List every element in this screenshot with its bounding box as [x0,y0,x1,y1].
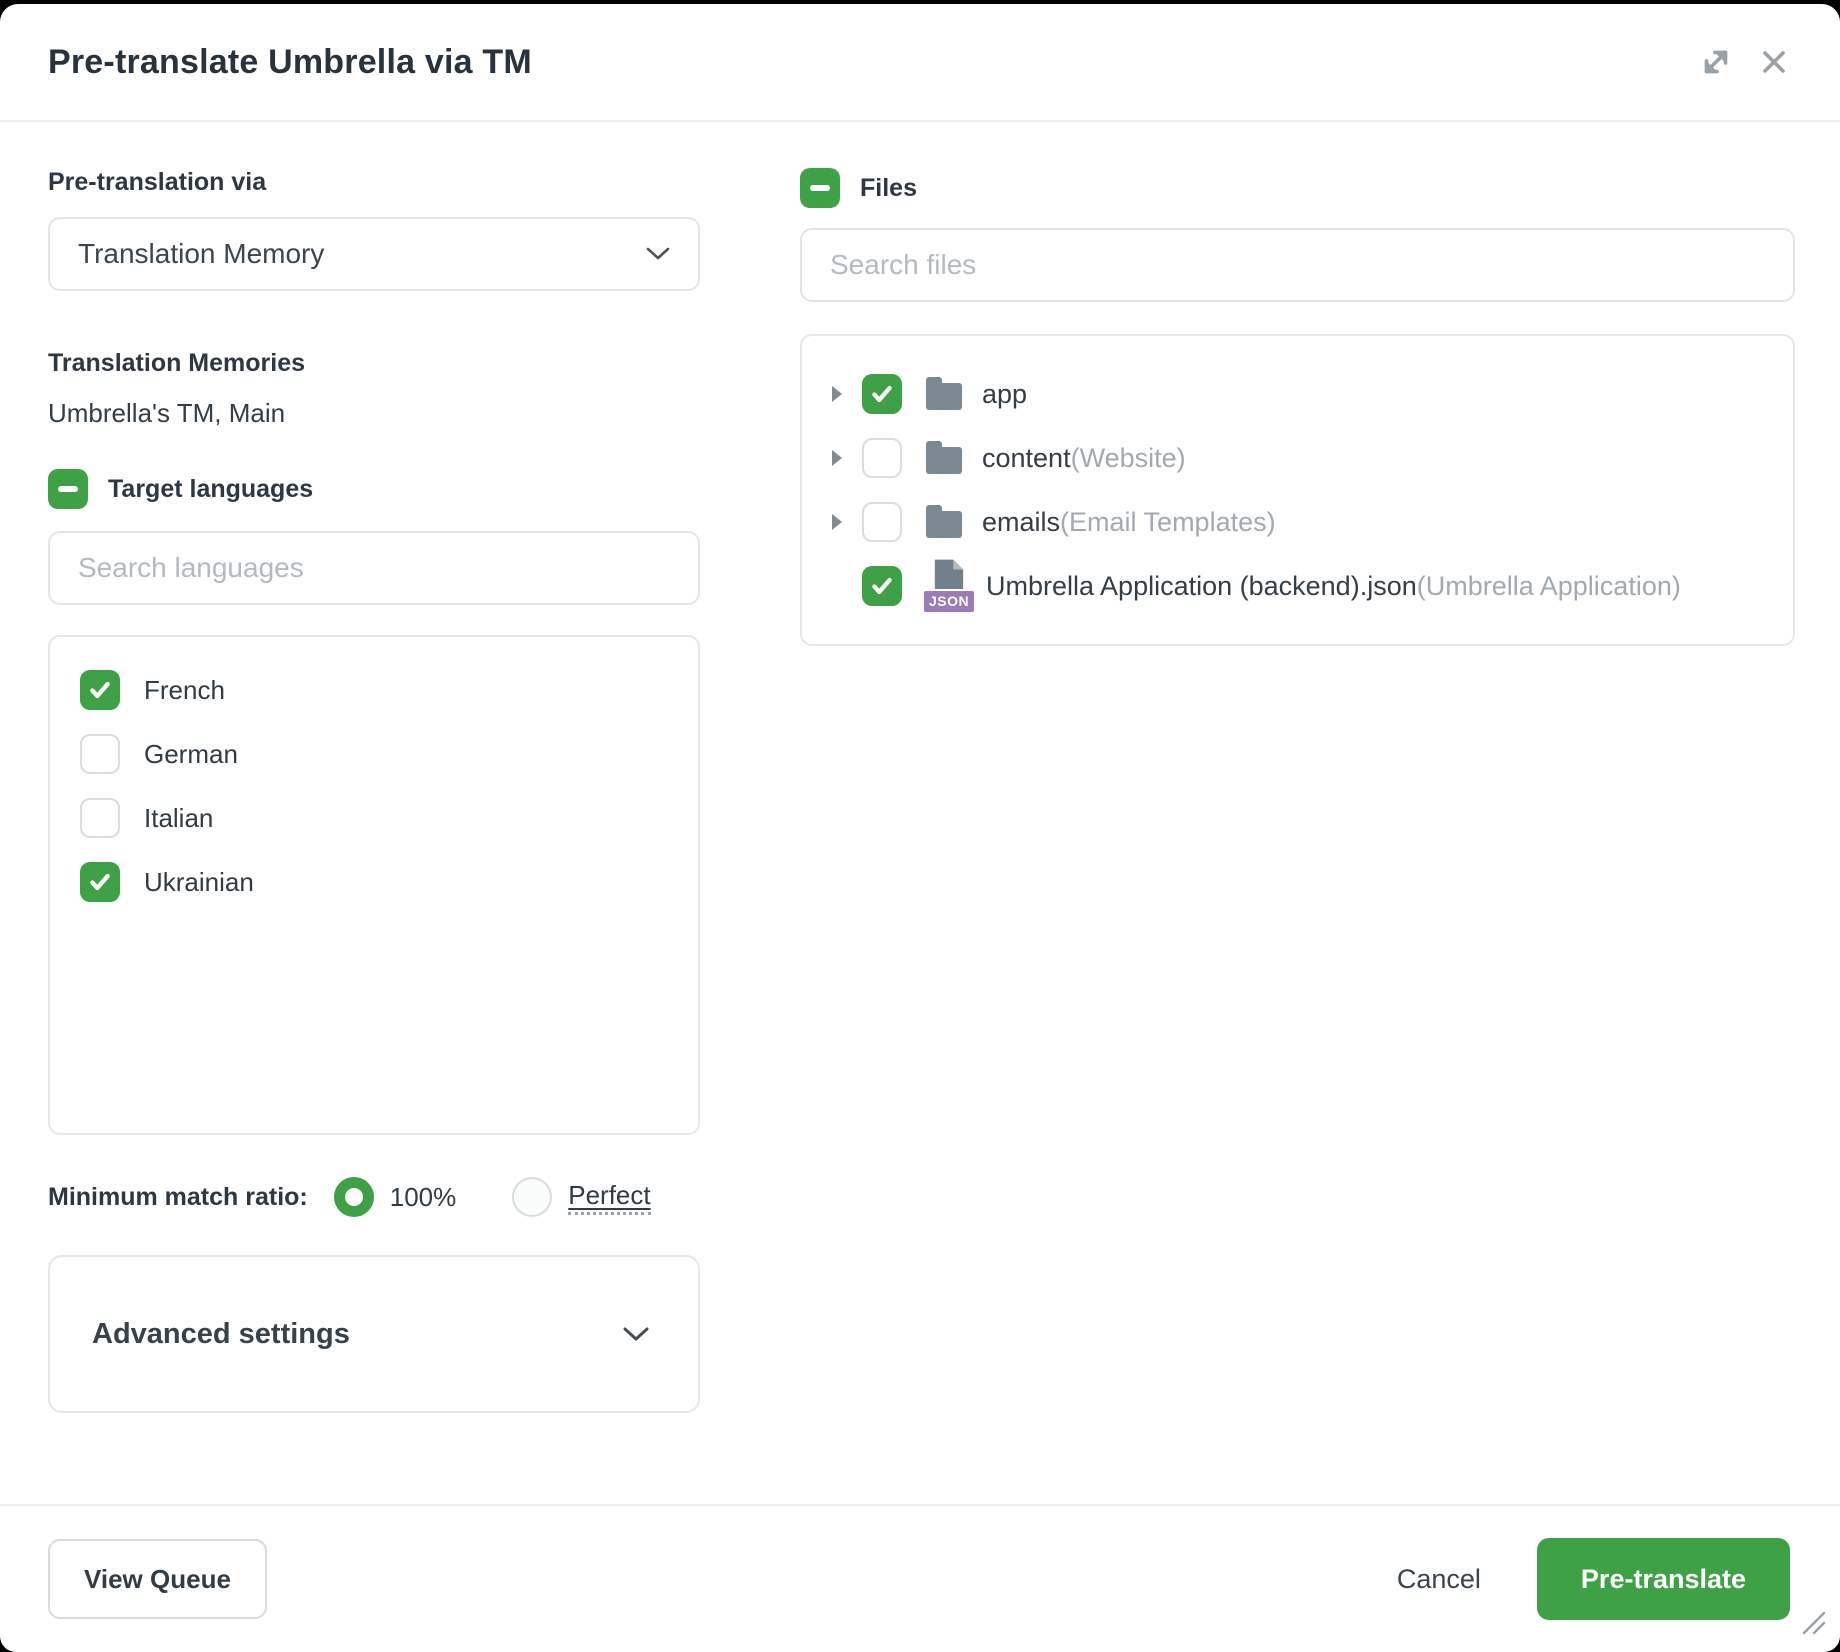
language-label: French [144,675,225,706]
tree-row-emails[interactable]: emails (Email Templates) [802,490,1793,554]
files-header: Files [800,168,1795,208]
files-label: Files [860,174,917,203]
resize-handle[interactable] [1800,1609,1826,1640]
tree-row-app[interactable]: app [802,362,1793,426]
view-queue-button[interactable]: View Queue [48,1539,267,1619]
checkbox-unchecked[interactable] [80,798,120,838]
target-languages-header: Target languages [48,469,700,509]
files-checkbox[interactable] [800,168,840,208]
match-option-perfect-label[interactable]: Perfect [568,1180,650,1215]
language-row-french[interactable]: French [80,665,668,715]
minimum-match-ratio-label: Minimum match ratio: [48,1183,308,1212]
tree-item-name: Umbrella Application (backend).json [986,571,1417,602]
dialog-header: Pre-translate Umbrella via TM [0,4,1840,122]
expand-icon[interactable] [1694,40,1738,84]
checkbox-checked[interactable] [80,670,120,710]
caret-right-icon[interactable] [832,514,842,530]
translation-memories-label: Translation Memories [48,349,700,378]
advanced-settings-label: Advanced settings [92,1318,350,1351]
pretranslate-dialog: Pre-translate Umbrella via TM Pre-transl… [0,4,1840,1652]
left-column: Pre-translation via Translation Memory T… [48,122,700,1504]
caret-right-icon[interactable] [832,386,842,402]
checkbox-unchecked[interactable] [862,502,902,542]
language-label: Italian [144,803,213,834]
radio-100-selected[interactable] [334,1177,374,1217]
pretranslation-via-label: Pre-translation via [48,168,700,197]
pretranslate-button[interactable]: Pre-translate [1537,1538,1790,1620]
caret-right-icon[interactable] [832,450,842,466]
dialog-title: Pre-translate Umbrella via TM [48,43,1694,82]
language-label: German [144,739,238,770]
translation-memories-value: Umbrella's TM, Main [48,398,700,429]
language-row-ukrainian[interactable]: Ukrainian [80,857,668,907]
dialog-footer: View Queue Cancel Pre-translate [0,1504,1840,1652]
tree-row-json-file[interactable]: JSON Umbrella Application (backend).json… [802,554,1793,618]
target-languages-checkbox[interactable] [48,469,88,509]
file-tree: app content (Website) emails (Email Temp… [800,334,1795,646]
checkbox-unchecked[interactable] [80,734,120,774]
checkbox-checked[interactable] [80,862,120,902]
chevron-down-icon [622,1326,650,1342]
radio-perfect[interactable] [512,1177,552,1217]
languages-list: French German Italian Ukrainian [48,635,700,1135]
search-files-input[interactable] [800,228,1795,302]
folder-icon [926,511,962,538]
language-row-german[interactable]: German [80,729,668,779]
checkbox-checked[interactable] [862,374,902,414]
tree-item-suffix: (Website) [1071,443,1186,474]
folder-icon [926,447,962,474]
tree-item-name: emails [982,507,1060,538]
dialog-body: Pre-translation via Translation Memory T… [0,122,1840,1504]
json-badge: JSON [922,589,976,614]
folder-icon [926,383,962,410]
method-select-value: Translation Memory [78,238,324,270]
checkbox-checked[interactable] [862,566,902,606]
checkbox-unchecked[interactable] [862,438,902,478]
advanced-settings-toggle[interactable]: Advanced settings [48,1255,700,1413]
search-languages-input[interactable] [48,531,700,605]
language-row-italian[interactable]: Italian [80,793,668,843]
target-languages-label: Target languages [108,475,313,504]
json-file-icon: JSON [926,558,972,614]
method-select[interactable]: Translation Memory [48,217,700,291]
match-option-100-label[interactable]: 100% [390,1182,457,1213]
language-label: Ukrainian [144,867,254,898]
tree-item-suffix: (Email Templates) [1060,507,1276,538]
tree-item-name: app [982,379,1027,410]
cancel-button[interactable]: Cancel [1397,1564,1481,1595]
tree-item-suffix: (Umbrella Application) [1417,571,1681,602]
tree-item-name: content [982,443,1071,474]
tree-row-content[interactable]: content (Website) [802,426,1793,490]
minimum-match-ratio-row: Minimum match ratio: 100% Perfect [48,1177,700,1217]
chevron-down-icon [646,247,670,261]
right-column: Files app content [800,122,1795,1504]
close-icon[interactable] [1752,40,1796,84]
